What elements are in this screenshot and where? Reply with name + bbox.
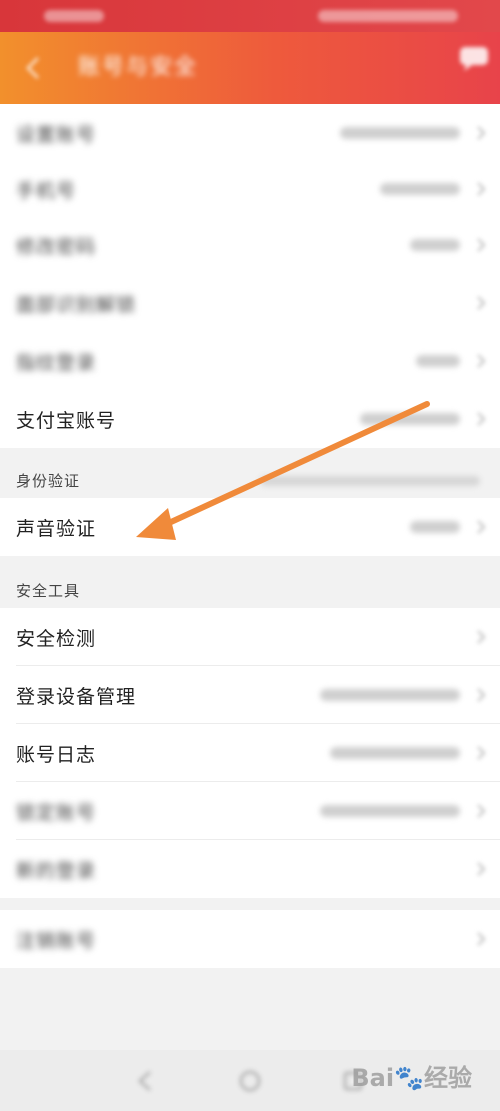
section-title-tools: 安全工具 xyxy=(16,582,81,600)
row-label: 面部识别解锁 xyxy=(16,293,137,316)
row-label: 修改密码 xyxy=(16,235,97,258)
row-value xyxy=(416,355,460,367)
chevron-right-icon xyxy=(477,296,486,310)
chevron-right-icon xyxy=(477,804,486,818)
setting-row-phone[interactable]: 手机号 xyxy=(0,160,500,218)
row-label: 锁定账号 xyxy=(16,801,97,824)
chevron-right-icon xyxy=(477,746,486,760)
chevron-right-icon xyxy=(477,182,486,196)
chevron-right-icon xyxy=(477,412,486,426)
status-left-info xyxy=(44,10,104,22)
row-label: 手机号 xyxy=(16,179,77,202)
chevron-right-icon xyxy=(477,932,486,946)
page-title: 账号与安全 xyxy=(78,55,199,80)
back-arrow-icon[interactable] xyxy=(20,54,48,82)
setting-row-lock-account[interactable]: 锁定账号 xyxy=(0,782,500,840)
row-label: 支付宝账号 xyxy=(16,409,117,432)
setting-row-account-log[interactable]: 账号日志 xyxy=(0,724,500,782)
watermark-text: Bai xyxy=(351,1064,395,1092)
setting-row-fingerprint[interactable]: 指纹登录 xyxy=(0,332,500,390)
row-value xyxy=(410,239,460,251)
setting-row-account[interactable]: 设置账号 xyxy=(0,104,500,162)
chevron-right-icon xyxy=(477,238,486,252)
row-label: 注销账号 xyxy=(16,929,97,952)
setting-row-blurred[interactable]: 新的登录 xyxy=(0,840,500,898)
status-right-info xyxy=(318,10,458,22)
setting-row-password[interactable]: 修改密码 xyxy=(0,216,500,274)
chevron-right-icon xyxy=(477,862,486,876)
row-label: 账号日志 xyxy=(16,743,97,766)
setting-row-alipay[interactable]: 支付宝账号 xyxy=(0,390,500,448)
paw-icon: 🐾 xyxy=(394,1064,424,1092)
app-header: 账号与安全 xyxy=(0,32,500,104)
row-value xyxy=(380,183,460,195)
chevron-right-icon xyxy=(477,630,486,644)
row-label: 设置账号 xyxy=(16,123,97,146)
chevron-right-icon xyxy=(477,520,486,534)
row-label: 指纹登录 xyxy=(16,351,97,374)
row-label: 声音验证 xyxy=(16,517,97,540)
nav-back-icon[interactable] xyxy=(132,1068,158,1094)
row-label: 新的登录 xyxy=(16,859,97,882)
setting-row-security-check[interactable]: 安全检测 xyxy=(0,608,500,666)
row-value xyxy=(320,689,460,701)
nav-home-icon[interactable] xyxy=(237,1068,263,1094)
setting-row-face-unlock[interactable]: 面部识别解锁 xyxy=(0,274,500,332)
baidu-jingyan-watermark: Bai🐾经验 xyxy=(351,1058,472,1093)
row-label: 安全检测 xyxy=(16,627,97,650)
section-title-identity: 身份验证 xyxy=(16,472,81,490)
chevron-right-icon xyxy=(477,126,486,140)
chevron-right-icon xyxy=(477,688,486,702)
row-value xyxy=(320,805,460,817)
row-value xyxy=(330,747,460,759)
status-bar xyxy=(0,0,500,32)
setting-row-voice-verify[interactable]: 声音验证 xyxy=(0,498,500,556)
row-value xyxy=(360,413,460,425)
watermark-suffix: 经验 xyxy=(424,1064,472,1092)
message-icon[interactable] xyxy=(456,44,492,72)
row-value xyxy=(340,127,460,139)
row-label: 登录设备管理 xyxy=(16,685,137,708)
row-value xyxy=(410,521,460,533)
setting-row-cancel-account[interactable]: 注销账号 xyxy=(0,910,500,968)
section-hint xyxy=(260,476,480,486)
setting-row-device-manage[interactable]: 登录设备管理 xyxy=(0,666,500,724)
chevron-right-icon xyxy=(477,354,486,368)
